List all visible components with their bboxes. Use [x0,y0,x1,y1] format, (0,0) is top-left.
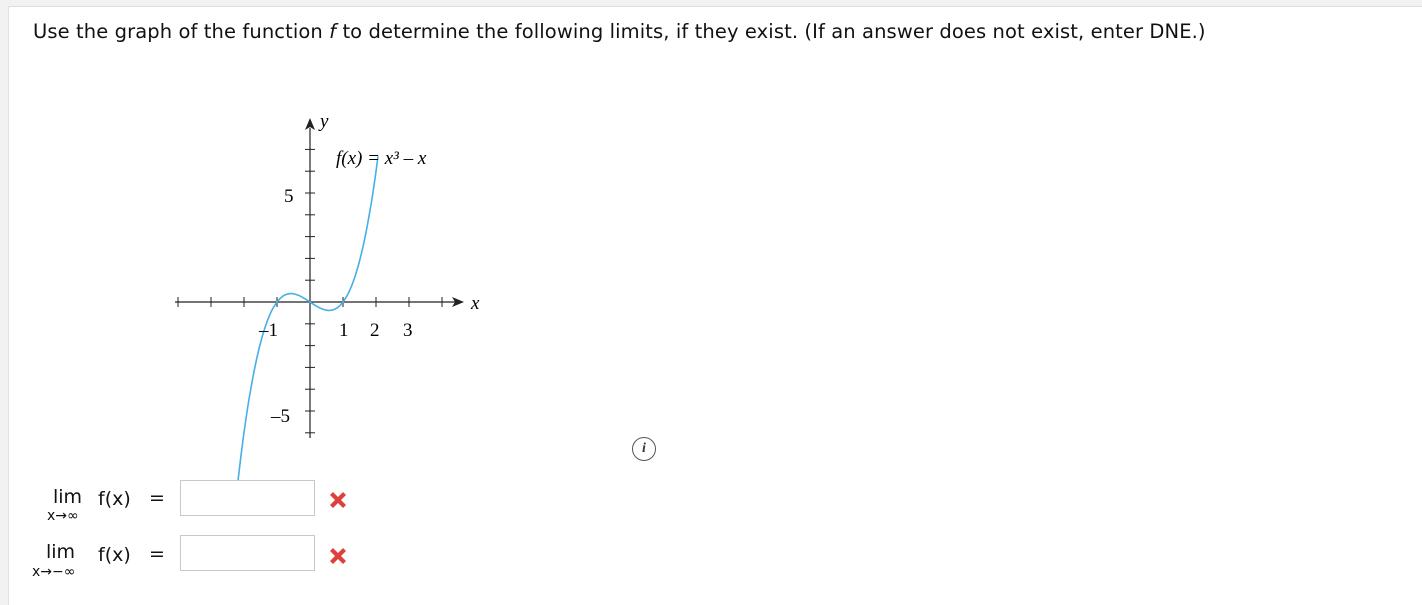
limit-function: f(x) [98,488,131,510]
limit-row-positive-infinity: lim x→∞ f(x) = [0,480,420,540]
lim-label: lim [46,541,76,563]
function-label: f(x) = x³ – x [336,148,427,169]
y-axis-label: y [318,111,329,132]
limit-row-negative-infinity: lim x→−∞ f(x) = [0,535,420,595]
x-tick-label-neg1: –1 [258,320,278,341]
x-tick-label-3: 3 [403,320,413,341]
x-mark-icon [330,548,346,564]
info-icon[interactable]: i [632,437,656,461]
x-mark-icon [330,492,346,508]
answer-input-limit-negative-infinity[interactable] [180,535,315,571]
y-tick-label-5: 5 [284,186,294,207]
y-tick-label-neg5: –5 [270,406,290,427]
limit-function: f(x) [98,544,131,566]
lim-subscript: x→∞ [47,508,79,524]
x-tick-label-2: 2 [370,320,380,341]
x-tick-label-1: 1 [339,320,349,341]
equals-sign: = [149,543,165,565]
equals-sign: = [149,487,165,509]
x-axis-label: x [470,293,480,314]
lim-label: lim [53,486,83,508]
answer-input-limit-positive-infinity[interactable] [180,480,315,516]
lim-subscript: x→−∞ [32,564,76,580]
